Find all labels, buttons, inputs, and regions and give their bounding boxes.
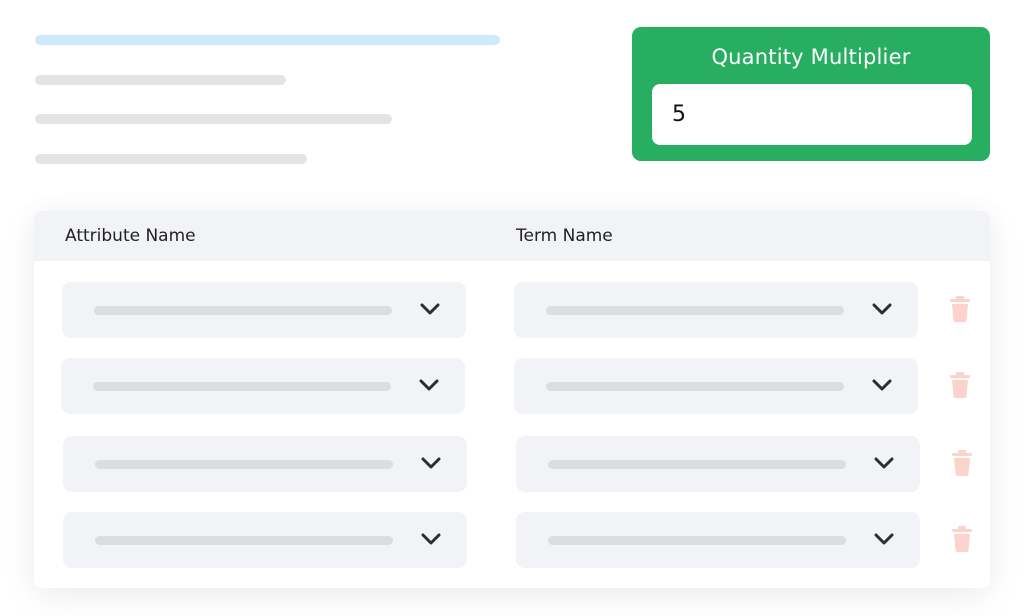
chevron-down-icon [872, 379, 892, 391]
skeleton-text-line [35, 154, 307, 164]
select-placeholder [546, 306, 844, 315]
select-placeholder [546, 382, 844, 391]
chevron-down-icon [420, 303, 440, 315]
trash-icon[interactable] [952, 526, 972, 552]
skeleton-text-line [35, 114, 392, 124]
select-placeholder [94, 306, 392, 315]
table-row [34, 358, 990, 416]
chevron-down-icon [874, 457, 894, 469]
term-name-select[interactable] [516, 512, 920, 568]
select-placeholder [548, 536, 846, 545]
select-placeholder [95, 460, 393, 469]
chevron-down-icon [874, 533, 894, 545]
chevron-down-icon [421, 533, 441, 545]
select-placeholder [95, 536, 393, 545]
table-row [34, 282, 990, 340]
term-name-select[interactable] [514, 282, 918, 338]
quantity-multiplier-input[interactable] [652, 84, 972, 145]
attribute-table: Attribute Name Term Name [34, 211, 990, 588]
term-name-select[interactable] [516, 436, 920, 492]
attribute-name-select[interactable] [63, 512, 467, 568]
select-placeholder [548, 460, 846, 469]
quantity-multiplier-label: Quantity Multiplier [711, 45, 911, 69]
column-header-term-name: Term Name [516, 226, 613, 246]
chevron-down-icon [419, 379, 439, 391]
trash-icon[interactable] [950, 372, 970, 398]
attribute-name-select[interactable] [63, 436, 467, 492]
attribute-name-select[interactable] [62, 282, 466, 338]
chevron-down-icon [872, 303, 892, 315]
quantity-multiplier-card: Quantity Multiplier [632, 27, 990, 161]
select-placeholder [93, 382, 391, 391]
column-header-attribute-name: Attribute Name [65, 226, 196, 246]
table-row [34, 512, 990, 570]
trash-icon[interactable] [952, 450, 972, 476]
table-row [34, 436, 990, 494]
attribute-name-select[interactable] [61, 358, 465, 414]
table-header: Attribute Name Term Name [34, 211, 990, 261]
chevron-down-icon [421, 457, 441, 469]
skeleton-heading-line [35, 35, 500, 45]
term-name-select[interactable] [514, 358, 918, 414]
page: Quantity Multiplier Attribute Name Term … [0, 0, 1024, 616]
skeleton-text-line [35, 75, 286, 85]
trash-icon[interactable] [950, 296, 970, 322]
